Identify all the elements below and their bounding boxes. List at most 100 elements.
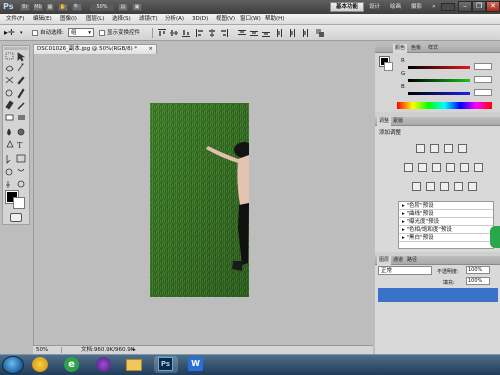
mini-bridge-icon[interactable]: Mb: [33, 3, 43, 11]
show-transform-checkbox[interactable]: [99, 30, 105, 36]
photo-filter-icon[interactable]: [460, 163, 469, 172]
status-zoom[interactable]: 50%: [36, 346, 48, 354]
slider-b-track[interactable]: [408, 92, 470, 95]
selective-color-icon[interactable]: [468, 182, 477, 191]
hand-tool-icon[interactable]: ✋: [58, 3, 68, 11]
auto-align-icon[interactable]: [316, 29, 324, 37]
menu-help[interactable]: 帮助(H): [265, 14, 284, 25]
distribute-hcenter-icon[interactable]: [288, 29, 296, 37]
preset-levels[interactable]: ▸ "色阶"预设: [399, 202, 493, 210]
taskbar-wps[interactable]: W: [184, 356, 208, 373]
quick-mask-icon[interactable]: [10, 213, 22, 222]
tab-color[interactable]: 颜色: [393, 44, 408, 53]
system-tray[interactable]: [455, 356, 495, 373]
zoom-level[interactable]: 50%: [90, 3, 114, 11]
workspace-photography-link[interactable]: 摄影: [411, 2, 422, 12]
preset-exposure[interactable]: ▸ "曝光度"预设: [399, 218, 493, 226]
color-panel-bg-swatch[interactable]: [384, 62, 393, 71]
menu-layer[interactable]: 图层(L): [86, 14, 104, 25]
fill-field[interactable]: 100%: [466, 277, 490, 285]
restore-button[interactable]: ❐: [472, 1, 486, 12]
align-hcenter-icon[interactable]: [208, 29, 216, 37]
taskbar-media[interactable]: [92, 356, 116, 373]
slider-g-value[interactable]: [474, 76, 492, 83]
arrange-docs-icon[interactable]: ▤: [118, 3, 128, 11]
align-left-icon[interactable]: [196, 29, 204, 37]
auto-select-checkbox[interactable]: [32, 30, 38, 36]
document-image[interactable]: [150, 103, 249, 297]
color-balance-icon[interactable]: [432, 163, 441, 172]
close-button[interactable]: ✕: [486, 1, 500, 12]
view-extras-icon[interactable]: ▦: [46, 3, 54, 11]
align-top-icon[interactable]: [158, 29, 166, 37]
slider-r-track[interactable]: [408, 66, 470, 69]
distribute-vcenter-icon[interactable]: [250, 29, 258, 37]
preset-hue-saturation[interactable]: ▸ "色相/饱和度"预设: [399, 226, 493, 234]
tool-preset-dropdown-icon[interactable]: ▾: [20, 28, 25, 38]
workspace-essentials-button[interactable]: 基本功能: [330, 2, 364, 12]
taskbar-photoshop[interactable]: Ps: [154, 356, 178, 373]
taskbar-app-1[interactable]: [28, 356, 52, 373]
taskbar-folder[interactable]: [122, 356, 146, 373]
workspace-painting-link[interactable]: 绘画: [390, 2, 401, 12]
tab-swatches[interactable]: 色板: [409, 44, 423, 53]
menu-analysis[interactable]: 分析(A): [165, 14, 184, 25]
menu-filter[interactable]: 滤镜(T): [139, 14, 158, 25]
black-white-icon[interactable]: [446, 163, 455, 172]
distribute-top-icon[interactable]: [238, 29, 246, 37]
threshold-icon[interactable]: [440, 182, 449, 191]
move-tool-icon[interactable]: ▸✛: [4, 28, 18, 38]
tab-masks[interactable]: 蒙版: [391, 117, 405, 126]
opacity-field[interactable]: 100%: [466, 266, 490, 274]
menu-file[interactable]: 文件(F): [6, 14, 24, 25]
posterize-icon[interactable]: [426, 182, 435, 191]
workspace-more-icon[interactable]: »: [432, 3, 440, 11]
brightness-icon[interactable]: [416, 144, 425, 153]
exposure-icon[interactable]: [458, 144, 467, 153]
screen-mode-icon[interactable]: ▣: [132, 3, 142, 11]
tab-paths[interactable]: 路径: [405, 256, 419, 265]
blend-mode-dropdown[interactable]: 正常: [378, 266, 432, 275]
preset-black-white[interactable]: ▸ "黑白"预设: [399, 234, 493, 242]
layer-row-selected[interactable]: [378, 288, 498, 302]
slider-g-track[interactable]: [408, 79, 470, 82]
menu-view[interactable]: 视图(V): [216, 14, 235, 25]
slider-r-value[interactable]: [474, 63, 492, 70]
distribute-left-icon[interactable]: [276, 29, 284, 37]
align-bottom-icon[interactable]: [182, 29, 190, 37]
tab-channels[interactable]: 通道: [391, 256, 405, 265]
channel-mixer-icon[interactable]: [474, 163, 483, 172]
tab-adjustments[interactable]: 调整: [377, 117, 392, 126]
slider-b-value[interactable]: [474, 89, 492, 96]
workspace-design-link[interactable]: 设计: [369, 2, 380, 12]
distribute-bottom-icon[interactable]: [262, 29, 270, 37]
menu-edit[interactable]: 编辑(E): [33, 14, 52, 25]
status-menu-icon[interactable]: ▸: [133, 346, 136, 354]
color-spectrum-ramp[interactable]: [397, 102, 492, 109]
tab-styles[interactable]: 样式: [426, 44, 440, 53]
align-right-icon[interactable]: [220, 29, 228, 37]
align-vcenter-icon[interactable]: [170, 29, 178, 37]
levels-icon[interactable]: [430, 144, 439, 153]
invert-icon[interactable]: [412, 182, 421, 191]
menu-3d[interactable]: 3D(D): [192, 14, 208, 25]
side-assistant-icon[interactable]: [490, 226, 500, 248]
bridge-icon[interactable]: Br: [20, 3, 30, 11]
preset-curves[interactable]: ▸ "曲线"预设: [399, 210, 493, 218]
curves-icon[interactable]: [444, 144, 453, 153]
close-icon[interactable]: ×: [148, 45, 153, 54]
vibrance-icon[interactable]: [404, 163, 413, 172]
auto-select-dropdown[interactable]: 组 ▾: [68, 28, 94, 37]
hue-saturation-icon[interactable]: [418, 163, 427, 172]
gradient-map-icon[interactable]: [454, 182, 463, 191]
taskbar-ie[interactable]: e: [60, 356, 84, 373]
menu-select[interactable]: 选择(S): [112, 14, 131, 25]
document-tab[interactable]: DSC01026_副本.jpg @ 50%(RGB/8) * ×: [33, 44, 157, 54]
menu-window[interactable]: 窗口(W): [240, 14, 261, 25]
menu-image[interactable]: 图像(I): [60, 14, 77, 25]
start-button[interactable]: [2, 356, 24, 374]
distribute-right-icon[interactable]: [300, 29, 308, 37]
zoom-tool-icon[interactable]: 🔍: [72, 3, 82, 11]
background-color-swatch[interactable]: [13, 197, 25, 209]
tab-layers[interactable]: 图层: [377, 256, 392, 265]
